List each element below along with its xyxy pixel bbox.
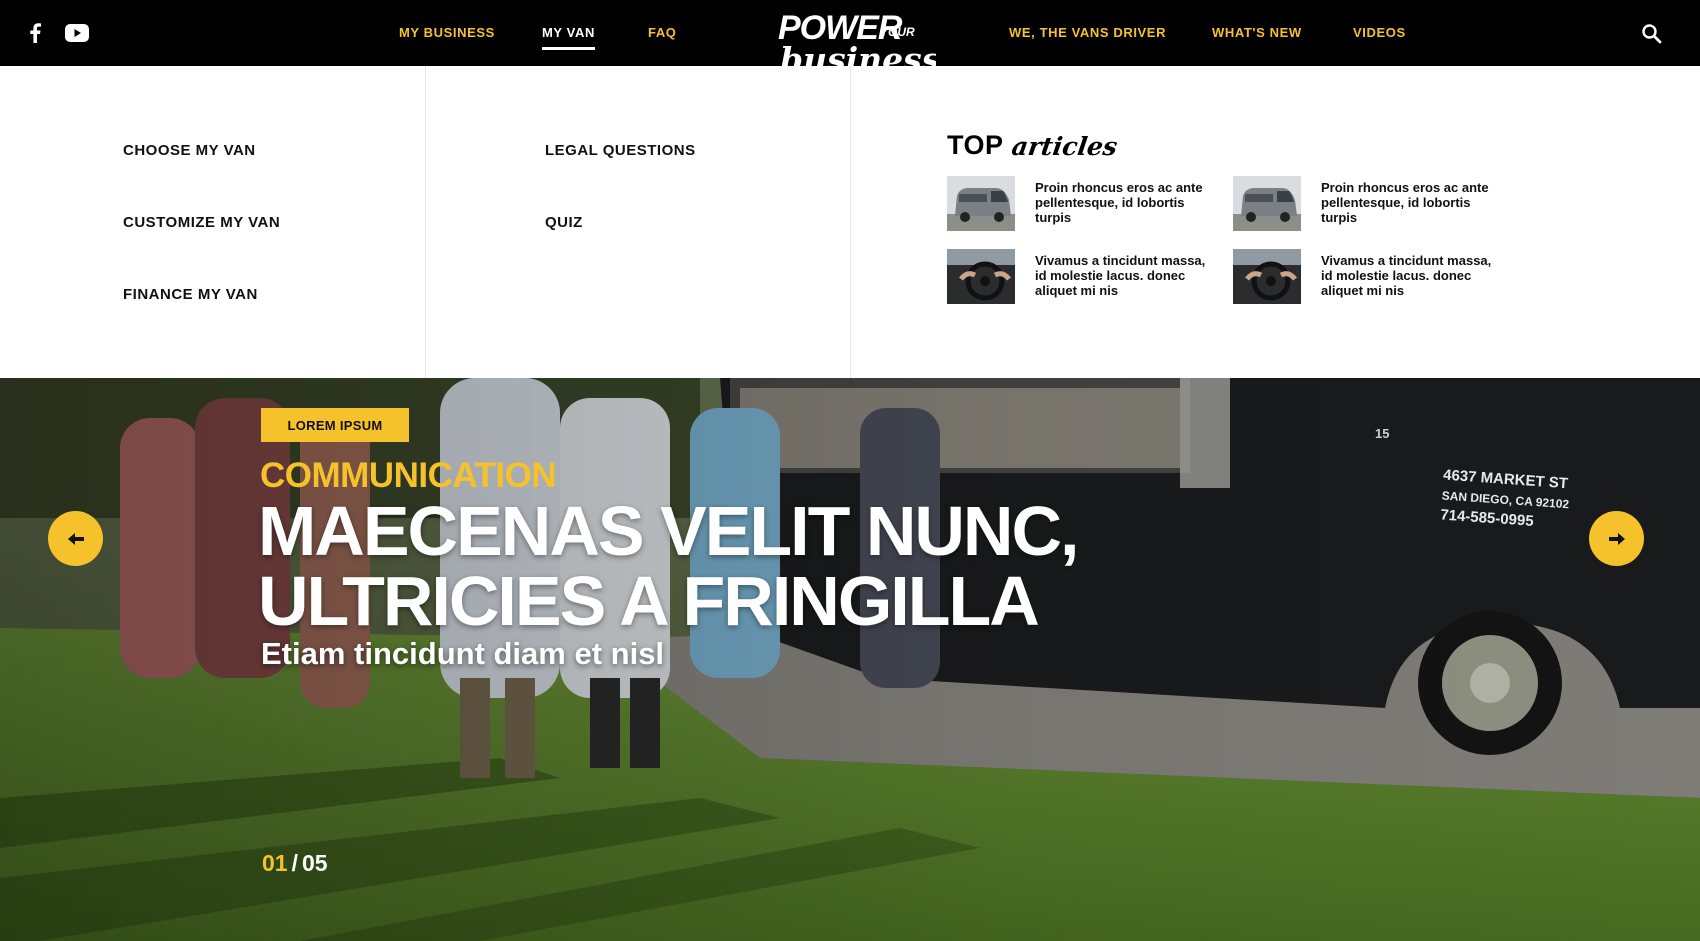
youtube-icon[interactable] — [63, 20, 91, 46]
top-navigation-bar: MY BUSINESS MY VAN FAQ POWER YOUR busine… — [0, 0, 1700, 79]
column-divider — [425, 66, 426, 378]
hero-slider: 4637 MARKET ST SAN DIEGO, CA 92102 714-5… — [0, 378, 1700, 941]
top-article-item[interactable]: Vivamus a tincidunt massa, id molestie l… — [1233, 249, 1523, 305]
top-article-item[interactable]: Proin rhoncus eros ac ante pellentesque,… — [1233, 176, 1523, 232]
steering-wheel-thumbnail — [947, 249, 1015, 304]
previous-slide-button[interactable] — [48, 511, 103, 566]
van-thumbnail — [947, 176, 1015, 231]
top-article-title: Vivamus a tincidunt massa, id molestie l… — [1321, 253, 1492, 298]
nav-whats-new[interactable]: WHAT'S NEW — [1212, 25, 1302, 40]
search-icon[interactable] — [1640, 22, 1664, 46]
slide-pager: 01/05 — [262, 850, 328, 877]
top-article-item[interactable]: Vivamus a tincidunt massa, id molestie l… — [947, 249, 1237, 305]
menu-customize-my-van[interactable]: CUSTOMIZE MY VAN — [123, 214, 280, 231]
top-articles-title: TOP articles — [947, 130, 1119, 161]
nav-faq[interactable]: FAQ — [648, 25, 677, 40]
hero-headline-line2: ULTRICIES A FRINGILLA — [258, 562, 1040, 640]
hero-category: COMMUNICATION — [260, 456, 557, 495]
top-article-title: Vivamus a tincidunt massa, id molestie l… — [1035, 253, 1206, 298]
menu-choose-my-van[interactable]: CHOOSE MY VAN — [123, 142, 256, 159]
top-articles-title-script: articles — [1009, 132, 1119, 161]
menu-finance-my-van[interactable]: FINANCE MY VAN — [123, 286, 258, 303]
arrow-right-icon — [1608, 532, 1625, 545]
nav-we-the-vans-driver[interactable]: WE, THE VANS DRIVER — [1009, 25, 1166, 40]
van-thumbnail — [1233, 176, 1301, 231]
top-articles-title-bold: TOP — [947, 130, 1004, 160]
nav-my-business[interactable]: MY BUSINESS — [399, 25, 495, 40]
nav-my-van[interactable]: MY VAN — [542, 25, 595, 50]
top-article-item[interactable]: Proin rhoncus eros ac ante pellentesque,… — [947, 176, 1237, 232]
pager-current: 01 — [262, 850, 288, 876]
top-article-title: Proin rhoncus eros ac ante pellentesque,… — [1035, 180, 1203, 225]
pager-separator: / — [291, 850, 298, 876]
menu-legal-questions[interactable]: LEGAL QUESTIONS — [545, 142, 696, 159]
facebook-icon[interactable] — [24, 20, 46, 46]
column-divider — [850, 66, 851, 378]
top-article-title: Proin rhoncus eros ac ante pellentesque,… — [1321, 180, 1489, 225]
arrow-left-icon — [67, 532, 84, 545]
truck-number: 15 — [1375, 426, 1389, 441]
nav-videos[interactable]: VIDEOS — [1353, 25, 1406, 40]
pager-total: 05 — [301, 850, 328, 876]
steering-wheel-thumbnail — [1233, 249, 1301, 304]
svg-text:YOUR: YOUR — [880, 25, 915, 39]
menu-quiz[interactable]: QUIZ — [545, 214, 583, 231]
hero-tag[interactable]: LOREM IPSUM — [261, 408, 409, 442]
hero-background-image: 4637 MARKET ST SAN DIEGO, CA 92102 714-5… — [0, 378, 1700, 941]
hero-headline-line1: MAECENAS VELIT NUNC, — [258, 492, 1079, 570]
hero-subheading: Etiam tincidunt diam et nisl — [261, 636, 665, 671]
next-slide-button[interactable] — [1589, 511, 1644, 566]
hero-headline: MAECENAS VELIT NUNC, ULTRICIES A FRINGIL… — [258, 496, 1158, 636]
